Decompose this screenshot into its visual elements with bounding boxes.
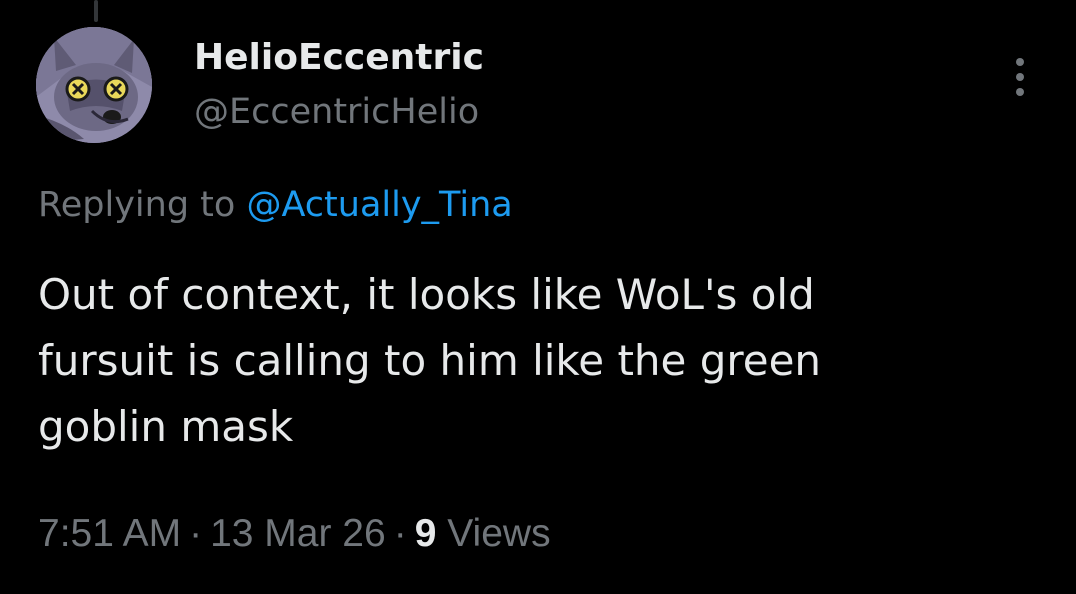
user-handle[interactable]: @EccentricHelio — [194, 90, 479, 134]
avatar[interactable] — [36, 27, 152, 143]
meta-separator: · — [189, 512, 203, 555]
display-name[interactable]: HelioEccentric — [194, 36, 484, 80]
replying-to-line: Replying to @Actually_Tina — [38, 183, 513, 227]
meta-separator: · — [393, 512, 407, 555]
views-count[interactable]: 9 — [415, 512, 437, 555]
tweet-text-line: Out of context, it looks like WoL's old — [38, 270, 815, 319]
tweet-date[interactable]: 13 Mar 26 — [210, 512, 386, 555]
more-options-button[interactable] — [1006, 56, 1034, 98]
thread-connector-line — [94, 0, 98, 22]
tweet-text-line: fursuit is calling to him like the green — [38, 336, 822, 385]
tweet-text: Out of context, it looks like WoL's old … — [38, 262, 1028, 460]
tweet-metadata: 7:51 AM · 13 Mar 26 · 9 Views — [38, 510, 551, 558]
more-options-icon-dot — [1016, 88, 1024, 96]
more-options-icon — [1016, 58, 1024, 66]
tweet-text-line: goblin mask — [38, 402, 294, 451]
tweet-time[interactable]: 7:51 AM — [38, 512, 181, 555]
views-label[interactable]: Views — [447, 512, 550, 555]
replying-to-label: Replying to — [38, 185, 236, 225]
wolf-avatar-icon — [36, 27, 152, 143]
more-options-icon-dot — [1016, 73, 1024, 81]
replying-to-mention-link[interactable]: @Actually_Tina — [246, 185, 512, 225]
